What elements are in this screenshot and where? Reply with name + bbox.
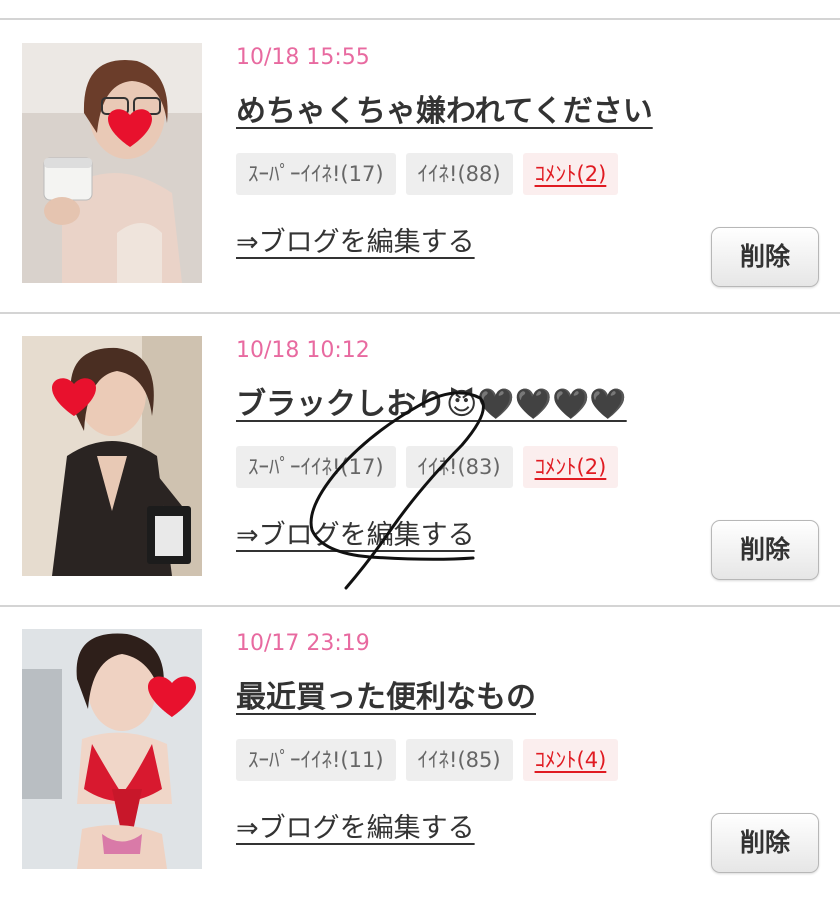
entry-thumbnail[interactable]	[22, 43, 202, 283]
blog-entry: 10/17 23:19 最近買った便利なもの ｽｰﾊﾟｰｲｲﾈ!(11) ｲｲﾈ…	[0, 606, 840, 900]
edit-blog-link[interactable]: ⇒ブログを編集する	[236, 513, 475, 552]
delete-button[interactable]: 削除	[711, 813, 819, 873]
super-like-badge: ｽｰﾊﾟｰｲｲﾈ!(11)	[236, 739, 396, 781]
comment-link[interactable]: ｺﾒﾝﾄ(2)	[522, 446, 619, 488]
like-badge: ｲｲﾈ!(88)	[405, 153, 513, 195]
delete-button[interactable]: 削除	[711, 520, 819, 580]
entry-date: 10/17 23:19	[236, 631, 370, 656]
entry-title-link[interactable]: 最近買った便利なもの	[236, 672, 536, 716]
reaction-badges: ｽｰﾊﾟｰｲｲﾈ!(17) ｲｲﾈ!(83) ｺﾒﾝﾄ(2)	[236, 446, 628, 488]
edit-blog-link[interactable]: ⇒ブログを編集する	[236, 806, 475, 845]
comment-link[interactable]: ｺﾒﾝﾄ(2)	[522, 153, 619, 195]
reaction-badges: ｽｰﾊﾟｰｲｲﾈ!(17) ｲｲﾈ!(88) ｺﾒﾝﾄ(2)	[236, 153, 628, 195]
like-badge: ｲｲﾈ!(83)	[405, 446, 513, 488]
entry-title-link[interactable]: ブラックしおり😈🖤🖤🖤🖤	[236, 379, 627, 423]
entry-thumbnail[interactable]	[22, 336, 202, 576]
like-badge: ｲｲﾈ!(85)	[405, 739, 513, 781]
reaction-badges: ｽｰﾊﾟｰｲｲﾈ!(11) ｲｲﾈ!(85) ｺﾒﾝﾄ(4)	[236, 739, 628, 781]
blog-entry: 10/18 10:12 ブラックしおり😈🖤🖤🖤🖤 ｽｰﾊﾟｰｲｲﾈ!(17) ｲ…	[0, 313, 840, 607]
entry-thumbnail[interactable]	[22, 629, 202, 869]
super-like-badge: ｽｰﾊﾟｰｲｲﾈ!(17)	[236, 446, 396, 488]
entry-date: 10/18 15:55	[236, 45, 370, 70]
entry-date: 10/18 10:12	[236, 338, 370, 363]
delete-button[interactable]: 削除	[711, 227, 819, 287]
blog-entry: 10/18 15:55 めちゃくちゃ嫌われてください ｽｰﾊﾟｰｲｲﾈ!(17)…	[0, 20, 840, 314]
super-like-badge: ｽｰﾊﾟｰｲｲﾈ!(17)	[236, 153, 396, 195]
comment-link[interactable]: ｺﾒﾝﾄ(4)	[522, 739, 619, 781]
edit-blog-link[interactable]: ⇒ブログを編集する	[236, 220, 475, 259]
entry-title-link[interactable]: めちゃくちゃ嫌われてください	[236, 86, 653, 130]
